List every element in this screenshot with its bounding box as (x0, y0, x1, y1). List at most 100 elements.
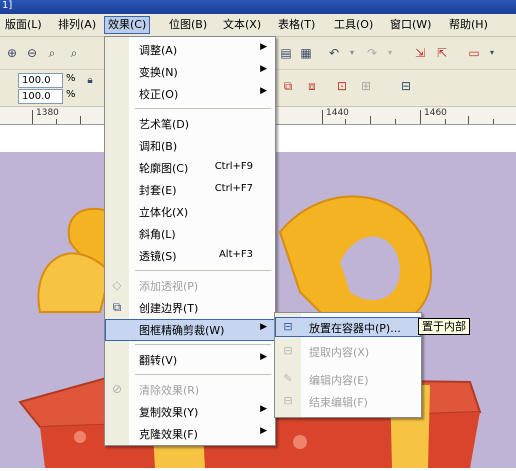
menu-item-place-inside-container[interactable]: ⊟ 放置在容器中(P)... (275, 317, 421, 337)
menu-item-label: 创建边界(T) (139, 302, 199, 315)
export-arrow-icon[interactable]: ⇱ (434, 45, 450, 61)
launcher-dropdown-icon[interactable]: ▾ (484, 45, 500, 61)
undo-dropdown-icon[interactable]: ▾ (344, 45, 360, 61)
ruler-tick (322, 110, 323, 124)
title-bar: 1] (0, 0, 516, 14)
menu-item-label: 克隆效果(F) (139, 428, 198, 441)
menu-arrange[interactable]: 排列(A) (55, 17, 99, 33)
menu-item-label: 立体化(X) (139, 206, 189, 219)
redo-icon[interactable]: ↷ (364, 45, 380, 61)
menu-item-label: 编辑内容(E) (309, 374, 369, 387)
finish-editing-icon: ⊟ (283, 394, 293, 407)
submenu-arrow-icon: ▶ (260, 426, 267, 436)
redo-dropdown-icon[interactable]: ▾ (382, 45, 398, 61)
menu-item-copy-effect[interactable]: 复制效果(Y) ▶ (105, 401, 275, 423)
ruler-tick (345, 119, 346, 124)
undo-icon[interactable]: ↶ (326, 45, 342, 61)
menu-item-create-boundary[interactable]: ⧉ 创建边界(T) (105, 297, 275, 319)
menu-item-contour[interactable]: 轮廓图(C) Ctrl+F9 (105, 157, 275, 179)
ruler-label: 1460 (424, 108, 447, 118)
menu-item-extrude[interactable]: 立体化(X) (105, 201, 275, 223)
bow-left-tail (37, 252, 112, 313)
ruler-tick (56, 119, 57, 124)
menu-item-label: 封套(E) (139, 184, 177, 197)
ruler-label: 1440 (326, 108, 349, 118)
menu-item-flip[interactable]: 翻转(V) ▶ (105, 349, 275, 371)
menu-item-powerclip[interactable]: 图框精确剪裁(W) ▶ (105, 319, 275, 341)
menu-item-label: 透镜(S) (139, 250, 177, 263)
align-icon[interactable]: ⊟ (398, 78, 414, 94)
menu-bitmaps[interactable]: 位图(B) (166, 17, 210, 33)
extract-contents-icon: ⊟ (283, 344, 293, 357)
menu-item-clone-effect[interactable]: 克隆效果(F) ▶ (105, 423, 275, 445)
menu-item-transform[interactable]: 变换(N) ▶ (105, 61, 275, 83)
menu-tools[interactable]: 工具(O) (331, 17, 376, 33)
lock-ratio-icon[interactable]: 🔒︎ (82, 73, 98, 89)
menu-item-shortcut: Alt+F3 (218, 249, 253, 260)
menu-item-label: 结束编辑(F) (309, 396, 368, 409)
menu-item-envelope[interactable]: 封套(E) Ctrl+F7 (105, 179, 275, 201)
trim-icon[interactable]: ⧈ (304, 78, 320, 94)
menu-bar: 版面(L) 排列(A) 效果(C) 位图(B) 文本(X) 表格(T) 工具(O… (0, 14, 516, 37)
import-arrow-icon[interactable]: ⇲ (412, 45, 428, 61)
box-decoration (293, 435, 307, 449)
menu-table[interactable]: 表格(T) (275, 17, 318, 33)
menu-item-extract-contents[interactable]: ⊟ 提取内容(X) (275, 341, 421, 361)
menu-item-label: 翻转(V) (139, 354, 178, 367)
menu-item-adjust[interactable]: 调整(A) ▶ (105, 39, 275, 61)
powerclip-submenu: ⊟ 放置在容器中(P)... ⊟ 提取内容(X) ✎ 编辑内容(E) ⊟ 结束编… (274, 312, 422, 418)
menu-item-bevel[interactable]: 斜角(L) (105, 223, 275, 245)
submenu-arrow-icon: ▶ (260, 404, 267, 414)
menu-text[interactable]: 文本(X) (220, 17, 264, 33)
weld-icon[interactable]: ⧉ (280, 78, 296, 94)
scale-height-input[interactable]: 100.0 (18, 89, 63, 104)
menu-item-label: 图框精确剪裁(W) (139, 324, 225, 337)
effects-menu: 调整(A) ▶ 变换(N) ▶ 校正(O) ▶ 艺术笔(D) 调和(B) 轮廓图… (104, 36, 276, 446)
menu-item-label: 调和(B) (139, 140, 178, 153)
submenu-arrow-icon: ▶ (260, 64, 267, 74)
menu-item-finish-editing[interactable]: ⊟ 结束编辑(F) (275, 391, 421, 411)
menu-item-label: 校正(O) (139, 88, 179, 101)
menu-help[interactable]: 帮助(H) (446, 17, 491, 33)
edit-contents-icon: ✎ (283, 372, 293, 385)
menu-separator (135, 108, 271, 109)
perspective-icon: ◇ (112, 278, 122, 292)
menu-layout[interactable]: 版面(L) (2, 17, 45, 33)
menu-window[interactable]: 窗口(W) (387, 17, 434, 33)
menu-item-add-perspective[interactable]: ◇ 添加透视(P) (105, 275, 275, 297)
menu-item-blend[interactable]: 调和(B) (105, 135, 275, 157)
menu-item-label: 提取内容(X) (309, 346, 370, 359)
import-icon[interactable]: ▤ (278, 45, 294, 61)
menu-item-artistic-media[interactable]: 艺术笔(D) (105, 113, 275, 135)
submenu-arrow-icon: ▶ (260, 352, 267, 362)
menu-item-correction[interactable]: 校正(O) ▶ (105, 83, 275, 105)
boundary-icon: ⧉ (112, 300, 122, 314)
menu-item-label: 变换(N) (139, 66, 178, 79)
scale-height-unit: % (66, 89, 76, 100)
menu-item-clear-effect[interactable]: ⊘ 清除效果(R) (105, 379, 275, 401)
ruler-tick (445, 119, 446, 124)
menu-effects[interactable]: 效果(C) (104, 16, 151, 34)
menu-item-label: 清除效果(R) (139, 384, 200, 397)
zoom-out-icon[interactable]: ⊖ (24, 45, 40, 61)
zoom-fit-icon[interactable]: ⌕ (44, 45, 60, 61)
place-inside-icon: ⊟ (283, 320, 293, 333)
zoom-in-icon[interactable]: ⊕ (4, 45, 20, 61)
window-title: 1] (2, 0, 13, 11)
menu-item-lens[interactable]: 透镜(S) Alt+F3 (105, 245, 275, 267)
zoom-page-icon[interactable]: ⌕ (66, 45, 82, 61)
menu-item-shortcut: Ctrl+F9 (214, 161, 253, 172)
export-icon[interactable]: ▦ (298, 45, 314, 61)
intersect-icon[interactable]: ⊡ (334, 78, 350, 94)
simplify-icon[interactable]: ⊞ (358, 78, 374, 94)
ruler-tick (493, 119, 494, 124)
menu-item-label: 轮廓图(C) (139, 162, 189, 175)
menu-item-label: 斜角(L) (139, 228, 176, 241)
menu-item-edit-contents[interactable]: ✎ 编辑内容(E) (275, 369, 421, 389)
box-decoration (74, 431, 86, 443)
scale-width-input[interactable]: 100.0 (18, 73, 63, 88)
menu-item-label: 放置在容器中(P)... (309, 322, 401, 335)
submenu-arrow-icon: ▶ (260, 322, 267, 332)
application-launcher-icon[interactable]: ▭ (466, 45, 482, 61)
menu-item-label: 调整(A) (139, 44, 178, 57)
